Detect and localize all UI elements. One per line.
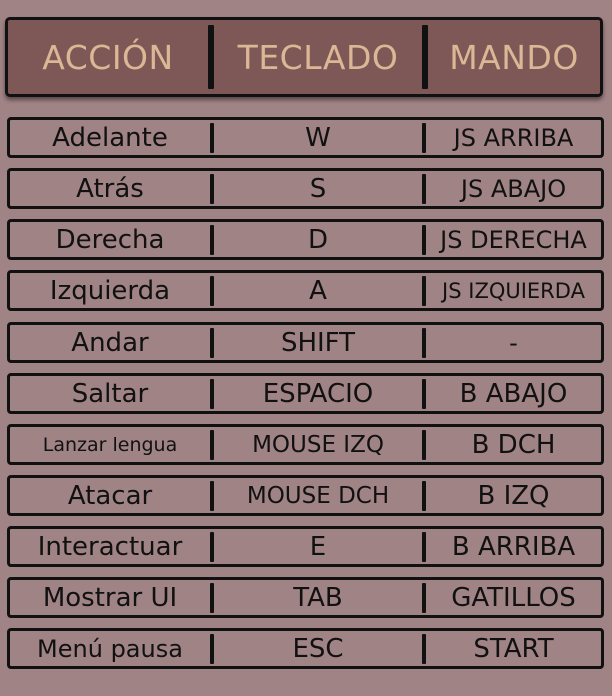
row-action: Atacar [67, 480, 153, 511]
row-keyboard: A [309, 275, 327, 306]
row-controller: JS ABAJO [460, 174, 567, 203]
row-action: Derecha [55, 224, 165, 255]
row-action: Lanzar lengua [42, 433, 178, 456]
row-keyboard: ESPACIO [262, 378, 374, 409]
row-action: Interactuar [37, 531, 183, 562]
table-row: Interactuar E B ARRIBA [7, 526, 604, 567]
row-action: Andar [71, 327, 149, 358]
row-controller: B ABAJO [459, 378, 568, 409]
row-action: Adelante [52, 122, 168, 153]
table-row: Atacar MOUSE DCH B IZQ [7, 475, 604, 516]
row-controller: JS DERECHA [440, 225, 587, 254]
row-action: Menú pausa [37, 634, 183, 663]
row-keyboard: W [305, 122, 331, 153]
row-action: Izquierda [49, 275, 171, 306]
row-controller: GATILLOS [451, 582, 576, 613]
row-keyboard: ESC [292, 633, 344, 664]
table-row: Menú pausa ESC START [7, 628, 604, 669]
table-row: Lanzar lengua MOUSE IZQ B DCH [7, 424, 604, 465]
table-row: Derecha D JS DERECHA [7, 219, 604, 260]
table-row: Mostrar UI TAB GATILLOS [7, 577, 604, 618]
row-keyboard: MOUSE DCH [246, 482, 390, 509]
row-action: Mostrar UI [42, 582, 178, 613]
table-row: Adelante W JS ARRIBA [7, 117, 604, 158]
table-row: Izquierda A JS IZQUIERDA [7, 270, 604, 311]
table-row: Atrás S JS ABAJO [7, 168, 604, 209]
table-row: Andar SHIFT - [7, 322, 604, 363]
row-controller: - [509, 328, 518, 357]
header-controller: MANDO [449, 37, 579, 77]
row-keyboard: TAB [293, 582, 343, 613]
row-controller: JS IZQUIERDA [442, 278, 585, 303]
row-controller: B ARRIBA [451, 531, 576, 562]
row-controller: JS ARRIBA [453, 123, 574, 152]
row-action: Saltar [71, 378, 149, 409]
header-keyboard: TECLADO [237, 37, 399, 77]
row-controller: B IZQ [477, 480, 550, 511]
row-keyboard: SHIFT [280, 327, 356, 358]
row-keyboard: E [309, 531, 327, 562]
row-action: Atrás [76, 173, 144, 204]
row-keyboard: D [307, 224, 329, 255]
table-row: Saltar ESPACIO B ABAJO [7, 373, 604, 414]
table-header: ACCIÓN TECLADO MANDO [5, 17, 603, 97]
row-keyboard: S [309, 173, 327, 204]
header-action: ACCIÓN [42, 37, 174, 77]
row-keyboard: MOUSE IZQ [252, 431, 384, 458]
row-controller: START [473, 633, 554, 664]
row-controller: B DCH [471, 429, 556, 460]
